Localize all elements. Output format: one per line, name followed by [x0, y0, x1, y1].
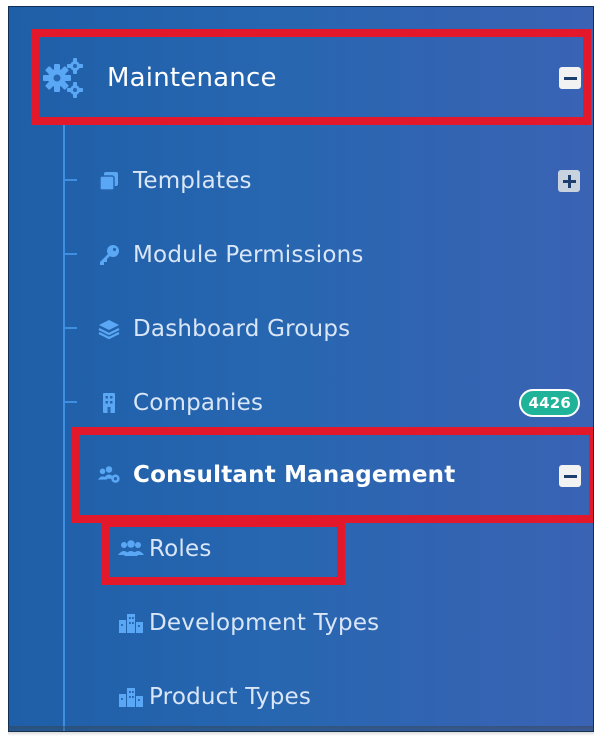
menu-item-label: Dashboard Groups — [133, 316, 351, 342]
city-icon — [117, 685, 145, 709]
menu-item-label: Companies — [133, 390, 264, 416]
city-icon — [117, 611, 145, 635]
users-icon — [117, 537, 145, 561]
layers-icon — [97, 317, 121, 341]
submenu-item-product-types[interactable]: Product Types — [9, 677, 593, 717]
key-icon — [97, 243, 121, 267]
collapse-icon[interactable] — [559, 465, 581, 487]
submenu-item-label: Development Types — [149, 610, 380, 636]
cogs-icon — [41, 55, 87, 101]
menu-item-templates[interactable]: Templates — [9, 161, 593, 201]
menu-section-label: Maintenance — [107, 63, 277, 93]
users-cog-icon — [97, 463, 121, 487]
menu-section-maintenance[interactable]: Maintenance — [9, 47, 593, 109]
submenu-item-development-types[interactable]: Development Types — [9, 603, 593, 643]
menu-item-consultant-management[interactable]: Consultant Management — [9, 453, 593, 497]
expand-icon[interactable] — [558, 170, 580, 192]
screenshot-frame: Maintenance Templates Module Permissions… — [0, 0, 601, 740]
submenu-item-label: Product Types — [149, 684, 312, 710]
building-icon — [97, 391, 121, 415]
copy-icon — [97, 169, 121, 193]
submenu-item-label: Roles — [149, 536, 212, 562]
submenu-item-roles[interactable]: Roles — [9, 529, 593, 569]
menu-item-module-permissions[interactable]: Module Permissions — [9, 235, 593, 275]
count-badge: 4426 — [519, 389, 580, 417]
collapse-icon[interactable] — [559, 67, 581, 89]
menu-item-label: Templates — [133, 168, 252, 194]
menu-item-dashboard-groups[interactable]: Dashboard Groups — [9, 309, 593, 349]
menu-item-label: Module Permissions — [133, 242, 364, 268]
panel-shadow — [8, 726, 594, 736]
sidebar-menu: Maintenance Templates Module Permissions… — [8, 6, 594, 732]
menu-item-companies[interactable]: Companies 4426 — [9, 383, 593, 423]
menu-item-label: Consultant Management — [133, 462, 456, 488]
